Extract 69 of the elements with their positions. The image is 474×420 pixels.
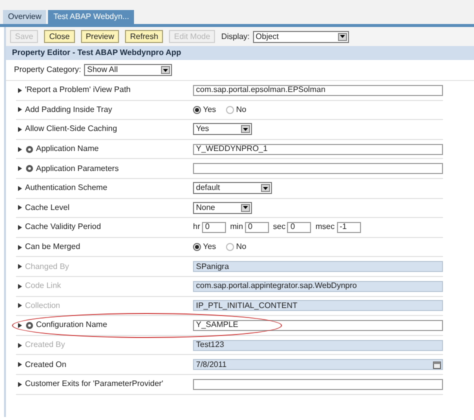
display-label: Display: bbox=[221, 30, 250, 42]
select-dropdown[interactable]: None bbox=[193, 202, 252, 214]
dropdown-arrow-icon bbox=[338, 32, 347, 40]
property-label: Customer Exits for 'ParameterProvider' bbox=[25, 378, 164, 390]
radio-label: Yes bbox=[203, 104, 216, 116]
tab[interactable]: Test ABAP Webdyn... bbox=[48, 10, 134, 24]
toolbar-button[interactable]: Preview bbox=[80, 30, 120, 43]
dropdown-arrow-icon bbox=[161, 66, 170, 74]
property-label: Allow Client-Side Caching bbox=[25, 123, 118, 136]
unit-label: min bbox=[230, 221, 244, 234]
category-dropdown[interactable]: Show All bbox=[84, 64, 172, 76]
expand-arrow-icon[interactable] bbox=[18, 88, 22, 93]
property-label: Add Padding Inside Tray bbox=[25, 104, 112, 116]
radio-button[interactable] bbox=[226, 243, 234, 252]
expand-arrow-icon[interactable] bbox=[18, 382, 22, 387]
display-dropdown[interactable]: Object bbox=[252, 30, 349, 42]
property-label: Can be Merged bbox=[25, 241, 80, 254]
date-field[interactable]: 7/8/2011 bbox=[193, 359, 443, 370]
category-label: Property Category: bbox=[14, 64, 82, 76]
expand-arrow-icon[interactable] bbox=[18, 224, 22, 230]
text-field[interactable]: Y_SAMPLE bbox=[193, 320, 443, 331]
expand-arrow-icon[interactable] bbox=[18, 107, 22, 112]
radio-button[interactable] bbox=[226, 106, 234, 114]
toolbar-button[interactable]: Close bbox=[44, 30, 75, 43]
expand-arrow-icon[interactable] bbox=[18, 186, 22, 191]
select-dropdown[interactable]: Yes bbox=[193, 123, 252, 136]
text-field[interactable] bbox=[193, 163, 443, 174]
calendar-icon[interactable] bbox=[433, 360, 441, 369]
expand-arrow-icon[interactable] bbox=[18, 146, 22, 152]
property-label: Configuration Name bbox=[36, 319, 108, 332]
property-label: Created By bbox=[25, 339, 66, 352]
radio-button[interactable] bbox=[193, 243, 201, 252]
property-label: Changed By bbox=[25, 260, 70, 273]
property-label: 'Report a Problem' iView Path bbox=[25, 84, 131, 96]
expand-arrow-icon[interactable] bbox=[18, 166, 22, 172]
select-dropdown[interactable]: default bbox=[193, 182, 272, 194]
dropdown-arrow-icon bbox=[261, 184, 270, 192]
expand-arrow-icon[interactable] bbox=[18, 362, 22, 368]
radio-button[interactable] bbox=[193, 106, 201, 114]
property-label: Authentication Scheme bbox=[25, 182, 108, 194]
tab[interactable]: Overview bbox=[3, 10, 46, 24]
number-field[interactable]: 0 bbox=[287, 222, 312, 233]
toolbar-button[interactable]: Refresh bbox=[125, 30, 164, 43]
property-label: Collection bbox=[25, 300, 60, 312]
expand-arrow-icon[interactable] bbox=[18, 244, 22, 250]
radio-label: No bbox=[236, 104, 246, 116]
text-field[interactable]: Y_WEDDYNPRO_1 bbox=[193, 144, 443, 155]
property-label: Cache Validity Period bbox=[25, 221, 101, 234]
expand-arrow-icon[interactable] bbox=[18, 205, 22, 210]
property-label: Code Link bbox=[25, 280, 62, 292]
property-label: Cache Level bbox=[25, 202, 70, 214]
radio-label: No bbox=[236, 241, 246, 254]
dropdown-arrow-icon bbox=[241, 204, 250, 212]
unit-label: hr bbox=[193, 221, 200, 234]
unit-label: msec bbox=[315, 221, 335, 234]
unit-label: sec bbox=[273, 221, 286, 234]
expand-arrow-icon[interactable] bbox=[18, 322, 22, 328]
number-field[interactable]: 0 bbox=[202, 222, 226, 233]
property-label: Application Parameters bbox=[36, 162, 119, 175]
property-label: Created On bbox=[25, 358, 66, 371]
expand-arrow-icon[interactable] bbox=[18, 126, 22, 132]
dropdown-arrow-icon bbox=[241, 125, 250, 134]
property-label: Application Name bbox=[36, 143, 99, 156]
text-field[interactable] bbox=[193, 378, 443, 390]
panel-header: Property Editor - Test ABAP Webdynpro App bbox=[6, 46, 474, 60]
number-field[interactable]: 0 bbox=[245, 222, 270, 233]
text-field[interactable]: com.sap.portal.epsolman.EPSolman bbox=[193, 84, 443, 96]
radio-label: Yes bbox=[203, 241, 216, 254]
number-field[interactable]: -1 bbox=[336, 222, 361, 233]
